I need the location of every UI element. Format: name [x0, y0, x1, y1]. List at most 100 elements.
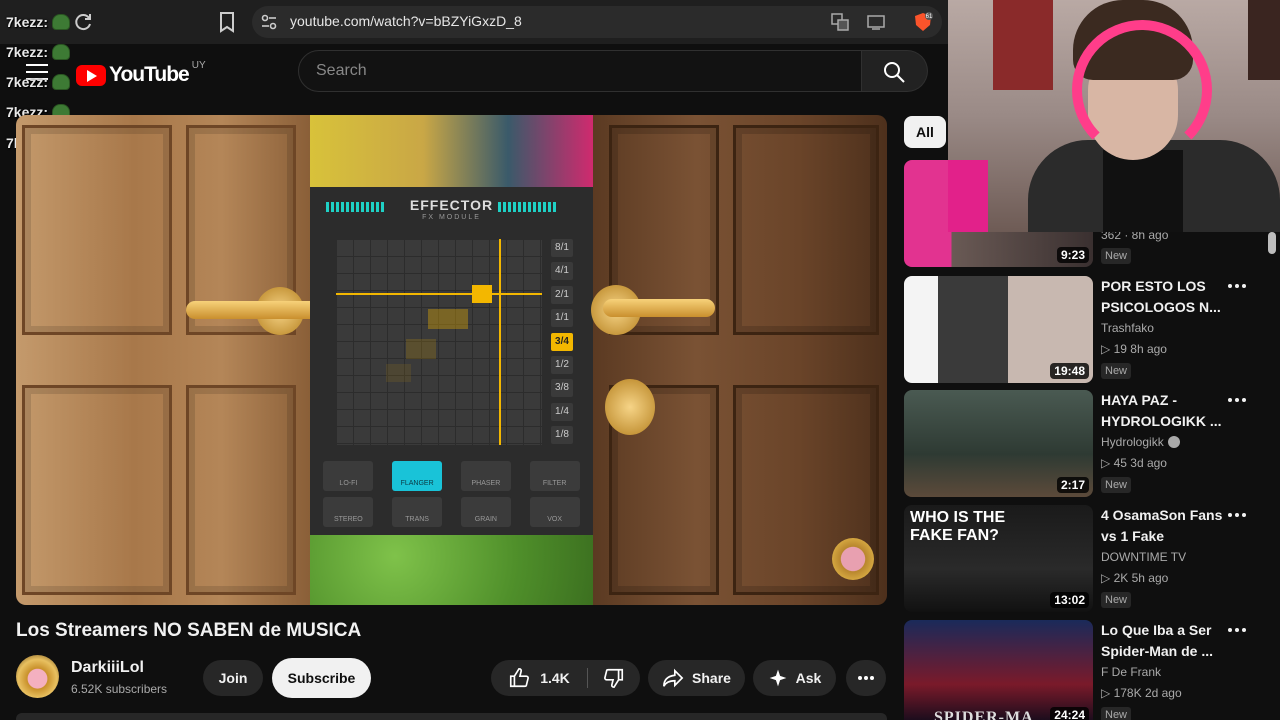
video-stats: ▷ 2K 5h ago [1101, 571, 1169, 585]
verified-icon [1167, 436, 1180, 448]
reload-icon[interactable] [72, 11, 94, 33]
new-badge: New [1101, 248, 1132, 264]
youtube-header: YouTube UY Search [0, 44, 948, 102]
browser-toolbar: youtube.com/watch?v=bBZYiGxzD_8 61 [0, 0, 948, 44]
logo-text: YouTube [109, 63, 190, 86]
more-options-icon[interactable] [1228, 398, 1246, 404]
recommendation-item[interactable]: 2:17 HAYA PAZ - HYDROLOGIKK ... Hydrolog… [904, 390, 1280, 500]
recommendation-item[interactable]: WHO IS THE FAKE FAN? 13:02 4 OsamaSon Fa… [904, 505, 1280, 615]
video-thumbnail[interactable]: 19:48 [904, 276, 1093, 383]
brave-shield-icon[interactable]: 61 [912, 11, 934, 33]
video-duration: 19:48 [1050, 363, 1089, 379]
fx-button: PHASER [460, 461, 511, 491]
rate-option: 3/8 [551, 379, 573, 398]
dislike-button[interactable] [588, 660, 640, 696]
fx-button: TRANS [392, 497, 443, 527]
effector-module: EFFECTOR FX MODULE 8/1 4/1 2/1 1/1 3/4 1… [310, 187, 593, 535]
video-stats: ▷ 19 8h ago [1101, 342, 1167, 356]
new-badge: New [1101, 592, 1132, 608]
recommendation-item[interactable]: SPIDER-MA 24:24 Lo Que Iba a Ser Spider-… [904, 620, 1280, 720]
headphones [1072, 20, 1212, 160]
recommendation-item[interactable]: 19:48 POR ESTO LOS PSICOLOGOS N... Trash… [904, 276, 1280, 386]
site-settings-icon[interactable] [260, 13, 278, 31]
rate-option-active: 3/4 [551, 332, 573, 351]
description-box[interactable] [16, 713, 887, 720]
rate-option: 1/4 [551, 402, 573, 421]
rate-option: 8/1 [551, 239, 573, 257]
new-badge: New [1101, 707, 1132, 720]
join-button[interactable]: Join [203, 660, 263, 696]
more-actions-button[interactable] [846, 660, 886, 696]
like-button[interactable]: 1.4K [491, 660, 587, 696]
more-options-icon[interactable] [1228, 513, 1246, 519]
video-title: Los Streamers NO SABEN de MUSICA [16, 620, 362, 641]
video-duration: 24:24 [1050, 707, 1089, 720]
channel-avatar[interactable] [16, 655, 59, 698]
sidebar-scrollbar[interactable] [1268, 232, 1276, 254]
chat-message: 7kezz: [6, 70, 71, 94]
video-player[interactable]: EFFECTOR FX MODULE 8/1 4/1 2/1 1/1 3/4 1… [16, 115, 887, 605]
channel-name[interactable]: Trashfako [1101, 321, 1154, 335]
more-options-icon[interactable] [1228, 628, 1246, 634]
video-thumbnail[interactable]: WHO IS THE FAKE FAN? 13:02 [904, 505, 1093, 612]
sparkle-icon [769, 669, 786, 687]
thumbnail-text: SPIDER-MA [934, 709, 1034, 720]
xy-pad [336, 239, 542, 445]
chip-all[interactable]: All [904, 116, 946, 148]
ask-button[interactable]: Ask [753, 660, 836, 696]
video-title[interactable]: Lo Que Iba a Ser Spider-Man de ... [1101, 620, 1231, 662]
rate-option: 1/2 [551, 355, 573, 374]
search-button[interactable] [862, 50, 928, 92]
search-input[interactable]: Search [298, 50, 862, 92]
video-thumbnail[interactable]: 2:17 [904, 390, 1093, 497]
more-horizontal-icon [858, 676, 874, 680]
address-bar[interactable]: youtube.com/watch?v=bBZYiGxzD_8 61 [252, 6, 942, 38]
thumbnail-text: WHO IS THE FAKE FAN? [910, 509, 1006, 544]
fx-button: VOX [529, 497, 580, 527]
more-options-icon[interactable] [1228, 284, 1246, 290]
rate-option: 2/1 [551, 285, 573, 304]
video-thumbnail[interactable]: SPIDER-MA 24:24 [904, 620, 1093, 720]
rate-selector: 8/1 4/1 2/1 1/1 3/4 1/2 3/8 1/4 1/8 [551, 239, 573, 450]
effector-plugin-frame: EFFECTOR FX MODULE 8/1 4/1 2/1 1/1 3/4 1… [310, 115, 593, 605]
fx-row: STEREO TRANS GRAIN VOX [310, 497, 593, 527]
chat-message: 7kezz: [6, 40, 71, 64]
like-count: 1.4K [540, 670, 570, 686]
page: youtube.com/watch?v=bBZYiGxzD_8 61 YouTu… [0, 0, 1280, 720]
fx-button: GRAIN [460, 497, 511, 527]
new-badge: New [1101, 363, 1132, 379]
youtube-play-icon [76, 64, 106, 86]
subscribe-button[interactable]: Subscribe [272, 658, 371, 698]
youtube-logo[interactable]: YouTube UY [76, 60, 206, 87]
cast-icon[interactable] [866, 12, 886, 32]
fx-button: LO-FI [323, 461, 374, 491]
effector-title: EFFECTOR [409, 197, 494, 213]
video-title[interactable]: HAYA PAZ - HYDROLOGIKK ... [1101, 390, 1231, 432]
brave-badge-count: 61 [926, 14, 933, 20]
thumbs-down-icon [604, 668, 624, 688]
new-badge: New [1101, 477, 1132, 493]
channel-name[interactable]: DOWNTIME TV [1101, 550, 1186, 564]
webcam-overlay [948, 0, 1280, 232]
fx-button: FILTER [529, 461, 580, 491]
video-frame-left-door [16, 115, 326, 605]
video-frame-right-door [591, 115, 887, 605]
bookmark-icon[interactable] [217, 11, 237, 33]
effector-subtitle: FX MODULE [422, 214, 481, 221]
search-placeholder: Search [316, 62, 367, 79]
video-title[interactable]: POR ESTO LOS PSICOLOGOS N... [1101, 276, 1231, 318]
share-icon [663, 668, 684, 688]
translate-icon[interactable] [830, 12, 850, 32]
video-title[interactable]: 4 OsamaSon Fans vs 1 Fake [1101, 505, 1231, 547]
video-stats: ▷ 178K 2d ago [1101, 686, 1182, 700]
url-text: youtube.com/watch?v=bBZYiGxzD_8 [290, 13, 522, 29]
channel-name[interactable]: Hydrologikk [1101, 435, 1180, 449]
share-button[interactable]: Share [648, 660, 745, 696]
video-stats: ▷ 45 3d ago [1101, 456, 1167, 470]
channel-name[interactable]: DarkiiiLol [71, 659, 144, 677]
fx-button: STEREO [323, 497, 374, 527]
video-duration: 9:23 [1056, 247, 1089, 263]
channel-name[interactable]: F De Frank [1101, 665, 1161, 679]
channel-watermark[interactable] [832, 538, 874, 580]
thumbs-up-icon [510, 668, 530, 688]
